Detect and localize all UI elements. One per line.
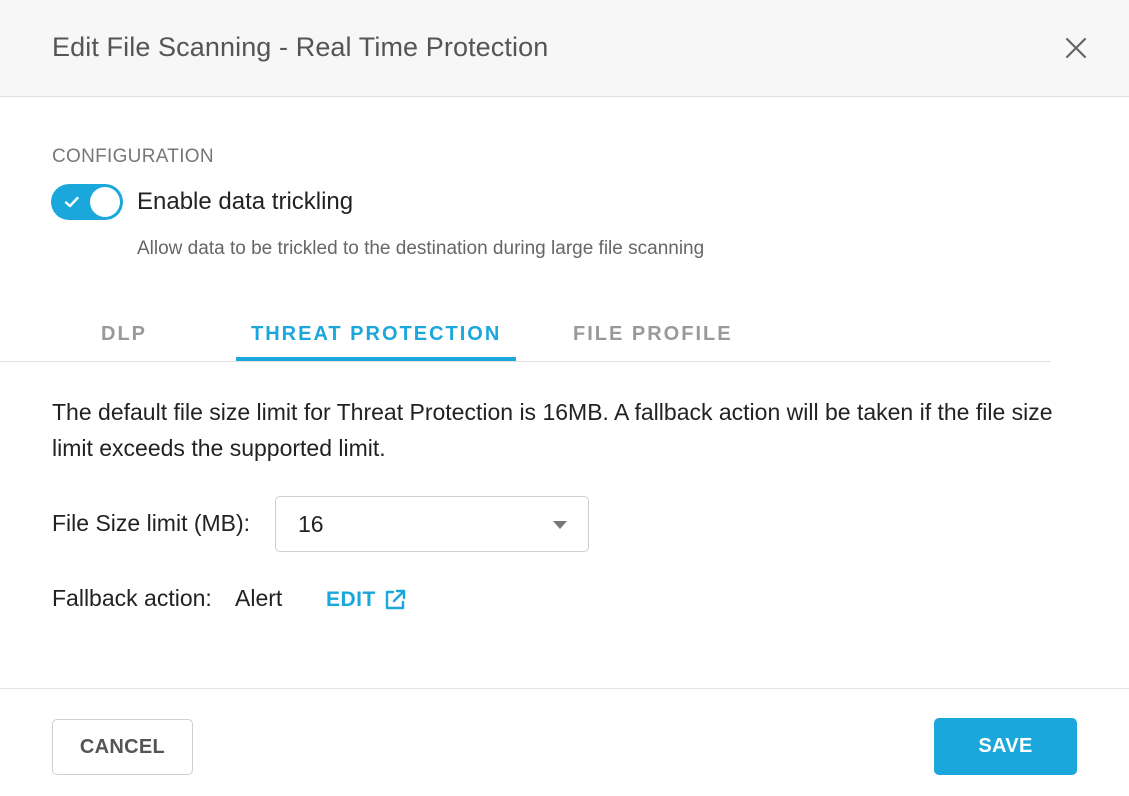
file-size-limit-value: 16 bbox=[298, 511, 324, 537]
data-trickling-label: Enable data trickling bbox=[137, 188, 354, 215]
tab-threat-protection[interactable]: THREAT PROTECTION bbox=[251, 323, 501, 346]
edit-fallback-link[interactable]: EDIT bbox=[326, 586, 408, 614]
save-button[interactable]: SAVE bbox=[934, 718, 1077, 775]
footer-divider bbox=[0, 688, 1129, 689]
caret-down-icon bbox=[553, 521, 567, 529]
dialog-title: Edit File Scanning - Real Time Protectio… bbox=[52, 32, 549, 62]
fallback-action-label: Fallback action: bbox=[52, 585, 212, 611]
active-tab-indicator bbox=[236, 357, 516, 361]
scan-type-tabs: DLP THREAT PROTECTION FILE PROFILE bbox=[0, 310, 1051, 362]
data-trickling-description: Allow data to be trickled to the destina… bbox=[137, 238, 705, 259]
toggle-knob bbox=[90, 187, 120, 217]
cancel-button[interactable]: CANCEL bbox=[52, 719, 193, 775]
data-trickling-toggle[interactable] bbox=[51, 184, 123, 220]
close-icon bbox=[1065, 37, 1087, 59]
edit-file-scanning-dialog: Edit File Scanning - Real Time Protectio… bbox=[0, 0, 1129, 796]
tab-dlp[interactable]: DLP bbox=[101, 323, 147, 346]
dialog-header: Edit File Scanning - Real Time Protectio… bbox=[0, 0, 1129, 97]
edit-link-label: EDIT bbox=[326, 588, 376, 611]
close-button[interactable] bbox=[1060, 32, 1092, 64]
checkmark-icon bbox=[64, 196, 79, 208]
external-link-icon bbox=[385, 589, 406, 610]
fallback-action-value: Alert bbox=[235, 585, 283, 611]
configuration-label: CONFIGURATION bbox=[52, 146, 214, 167]
tab-file-profile[interactable]: FILE PROFILE bbox=[573, 323, 733, 346]
file-size-limit-label: File Size limit (MB): bbox=[52, 510, 251, 536]
file-size-limit-select[interactable]: 16 bbox=[275, 496, 589, 552]
threat-protection-info: The default file size limit for Threat P… bbox=[52, 399, 1053, 461]
